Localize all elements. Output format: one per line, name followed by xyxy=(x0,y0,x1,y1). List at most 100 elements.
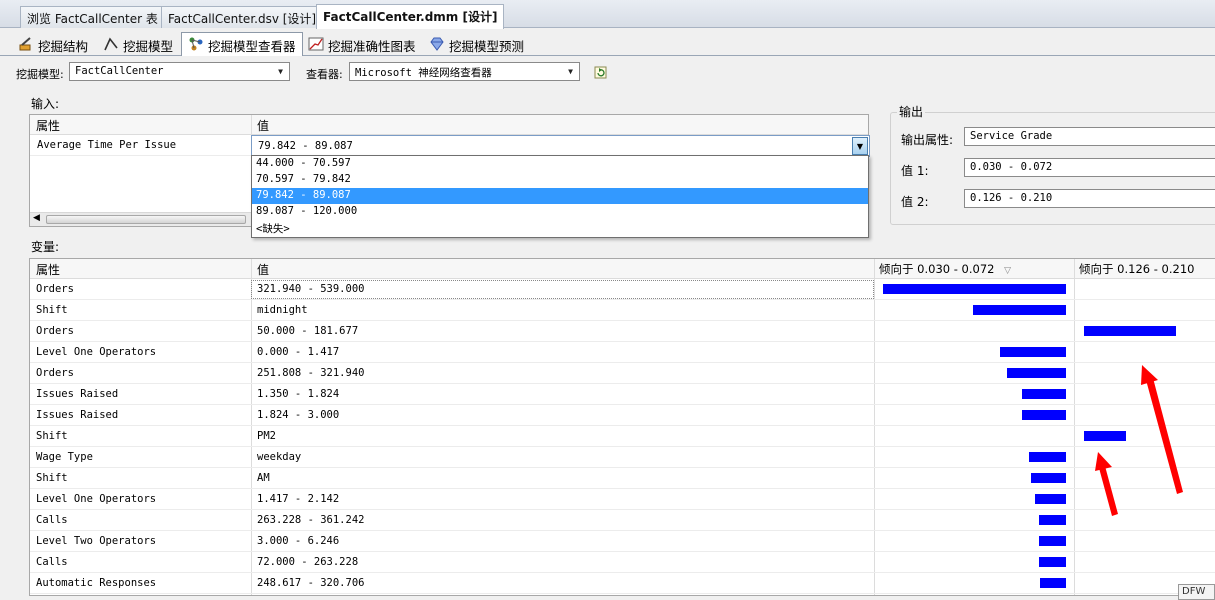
dropdown-option-selected[interactable]: 79.842 - 89.087 xyxy=(252,188,868,204)
favors-value-1-bar xyxy=(1029,452,1066,462)
tab-mining-structure[interactable]: 挖掘结构 xyxy=(12,33,94,56)
variable-row[interactable]: Automatic Responses 248.617 - 320.706 xyxy=(30,573,1215,594)
model-viewer-icon xyxy=(188,36,204,52)
variables-col-value[interactable]: 值 xyxy=(257,261,269,278)
tab-model-prediction[interactable]: 挖掘模型预测 xyxy=(423,33,530,56)
variable-attribute: Orders xyxy=(36,325,74,337)
variables-col-favors-2[interactable]: 倾向于 0.126 - 0.210 xyxy=(1079,261,1194,277)
favors-value-1-bar xyxy=(1000,347,1066,357)
mining-model-select[interactable]: FactCallCenter ▼ xyxy=(69,62,290,81)
variable-value: PM2 xyxy=(257,430,276,442)
variable-value: 3.000 - 6.246 xyxy=(257,535,340,547)
viewer-label: 查看器: xyxy=(306,68,343,81)
output-attribute-select[interactable]: Service Grade xyxy=(964,127,1215,146)
output-section-label: 输出 xyxy=(897,103,926,120)
variable-value: 0.000 - 1.417 xyxy=(257,346,340,358)
input-attribute: Average Time Per Issue xyxy=(37,139,177,151)
variable-row[interactable]: Calls 72.000 - 263.228 xyxy=(30,552,1215,573)
chevron-down-icon: ▼ xyxy=(568,67,573,76)
tab-label: 挖掘模型查看器 xyxy=(208,39,296,54)
variable-attribute: Shift xyxy=(36,304,68,316)
variable-attribute: Automatic Responses xyxy=(36,577,157,589)
mining-structure-icon xyxy=(18,36,34,52)
variable-row[interactable]: Issues Raised 1.824 - 3.000 xyxy=(30,405,1215,426)
variable-attribute: Level One Operators xyxy=(36,493,157,505)
designer-tab-strip: 挖掘结构 挖掘模型 挖掘模型查看器 挖掘准确性图表 挖掘模型预测 xyxy=(0,28,1215,56)
variable-attribute: Level One Operators xyxy=(36,346,157,358)
variable-attribute: Orders xyxy=(36,283,74,295)
input-value: 79.842 - 89.087 xyxy=(258,140,353,152)
variable-value: 72.000 - 263.228 xyxy=(257,556,359,568)
variable-value: 50.000 - 181.677 xyxy=(257,325,359,337)
variable-row[interactable]: Shift AM xyxy=(30,468,1215,489)
variable-row[interactable]: Shift midnight xyxy=(30,300,1215,321)
value-1-select[interactable]: 0.030 - 0.072 xyxy=(964,158,1215,177)
value-2-select[interactable]: 0.126 - 0.210 xyxy=(964,189,1215,208)
variable-attribute: Orders xyxy=(36,367,74,379)
variable-value: 251.808 - 321.940 xyxy=(257,367,365,379)
variable-row[interactable]: Orders 50.000 - 181.677 xyxy=(30,321,1215,342)
variable-row[interactable]: Orders 321.940 - 539.000 xyxy=(30,279,1215,300)
variables-grid-header: 属性 值 倾向于 0.030 - 0.072 ▽ 倾向于 0.126 - 0.2… xyxy=(30,259,1215,279)
tab-label: 挖掘准确性图表 xyxy=(328,39,416,54)
variable-row[interactable]: Level One Operators 1.417 - 2.142 xyxy=(30,489,1215,510)
sort-descending-icon: ▽ xyxy=(1004,266,1012,276)
favors-value-1-bar xyxy=(1039,515,1066,525)
watermark: DFW xyxy=(1178,584,1215,600)
variable-attribute: Calls xyxy=(36,556,68,568)
viewer-value: Microsoft 神经网络查看器 xyxy=(355,67,492,79)
output-group: 输出 输出属性: Service Grade 值 1: 0.030 - 0.07… xyxy=(890,103,1215,225)
input-horizontal-scrollbar[interactable]: ◀ xyxy=(30,212,252,226)
variable-value: AM xyxy=(257,472,270,484)
scroll-left-icon[interactable]: ◀ xyxy=(33,213,40,223)
variable-row[interactable]: Orders 251.808 - 321.940 xyxy=(30,363,1215,384)
variables-col-attribute[interactable]: 属性 xyxy=(36,261,60,278)
variable-row[interactable]: Shift PM2 xyxy=(30,426,1215,447)
dropdown-option[interactable]: 44.000 - 70.597 xyxy=(252,156,868,172)
variable-row[interactable]: Level Two Operators 3.000 - 6.246 xyxy=(30,531,1215,552)
variable-row[interactable]: Issues Raised 1.350 - 1.824 xyxy=(30,384,1215,405)
mining-model-label: 挖掘模型: xyxy=(16,68,64,81)
favors-value-1-bar xyxy=(1039,536,1066,546)
variable-value: 263.228 - 361.242 xyxy=(257,514,365,526)
scrollbar-thumb[interactable] xyxy=(46,215,246,224)
doc-tab-browse-table[interactable]: 浏览 FactCallCenter 表 xyxy=(20,6,165,28)
variable-row[interactable]: Wage Type weekday xyxy=(30,447,1215,468)
tab-model-viewer[interactable]: 挖掘模型查看器 xyxy=(181,32,303,56)
variable-attribute: Calls xyxy=(36,514,68,526)
tab-accuracy-chart[interactable]: 挖掘准确性图表 xyxy=(302,33,422,56)
dropdown-option-missing[interactable]: <缺失> xyxy=(252,220,868,236)
input-value-select[interactable]: 79.842 - 89.087 ▼ xyxy=(251,135,870,157)
refresh-icon[interactable] xyxy=(594,66,607,82)
mining-model-value: FactCallCenter xyxy=(75,65,164,77)
favors-value-1-bar xyxy=(1007,368,1066,378)
variable-value: weekday xyxy=(257,451,302,463)
mining-models-icon xyxy=(103,36,119,52)
input-value-dropdown-list[interactable]: 44.000 - 70.597 70.597 - 79.842 79.842 -… xyxy=(251,155,869,238)
doc-tab-dmm-design[interactable]: FactCallCenter.dmm [设计] xyxy=(316,4,505,29)
variable-row[interactable]: Calls 263.228 - 361.242 xyxy=(30,510,1215,531)
chevron-down-icon[interactable]: ▼ xyxy=(852,137,868,155)
variable-value: 248.617 - 320.706 xyxy=(257,577,365,589)
doc-tab-dsv-design[interactable]: FactCallCenter.dsv [设计] xyxy=(161,6,324,28)
variables-section-label: 变量: xyxy=(31,240,60,254)
favors-value-2-bar xyxy=(1084,431,1126,441)
favors-value-1-bar xyxy=(1022,389,1066,399)
output-attribute-value: Service Grade xyxy=(970,130,1053,142)
variable-value: 1.824 - 3.000 xyxy=(257,409,340,421)
value-1-value: 0.030 - 0.072 xyxy=(970,161,1053,173)
favors-value-1-bar xyxy=(1039,557,1066,567)
variable-value: 1.417 - 2.142 xyxy=(257,493,340,505)
variable-attribute: Shift xyxy=(36,430,68,442)
favors-value-1-bar xyxy=(1031,473,1066,483)
focus-outline xyxy=(251,280,874,299)
dropdown-option[interactable]: 70.597 - 79.842 xyxy=(252,172,868,188)
dropdown-option[interactable]: 89.087 - 120.000 xyxy=(252,204,868,220)
tab-mining-models[interactable]: 挖掘模型 xyxy=(97,33,179,56)
value-2-label: 值 2: xyxy=(901,195,929,209)
variables-col-favors-1[interactable]: 倾向于 0.030 - 0.072 ▽ xyxy=(879,261,1011,277)
variable-row[interactable]: Level One Operators 0.000 - 1.417 xyxy=(30,342,1215,363)
value-2-value: 0.126 - 0.210 xyxy=(970,192,1053,204)
viewer-select[interactable]: Microsoft 神经网络查看器 ▼ xyxy=(349,62,580,81)
variables-grid: 属性 值 倾向于 0.030 - 0.072 ▽ 倾向于 0.126 - 0.2… xyxy=(29,258,1215,596)
